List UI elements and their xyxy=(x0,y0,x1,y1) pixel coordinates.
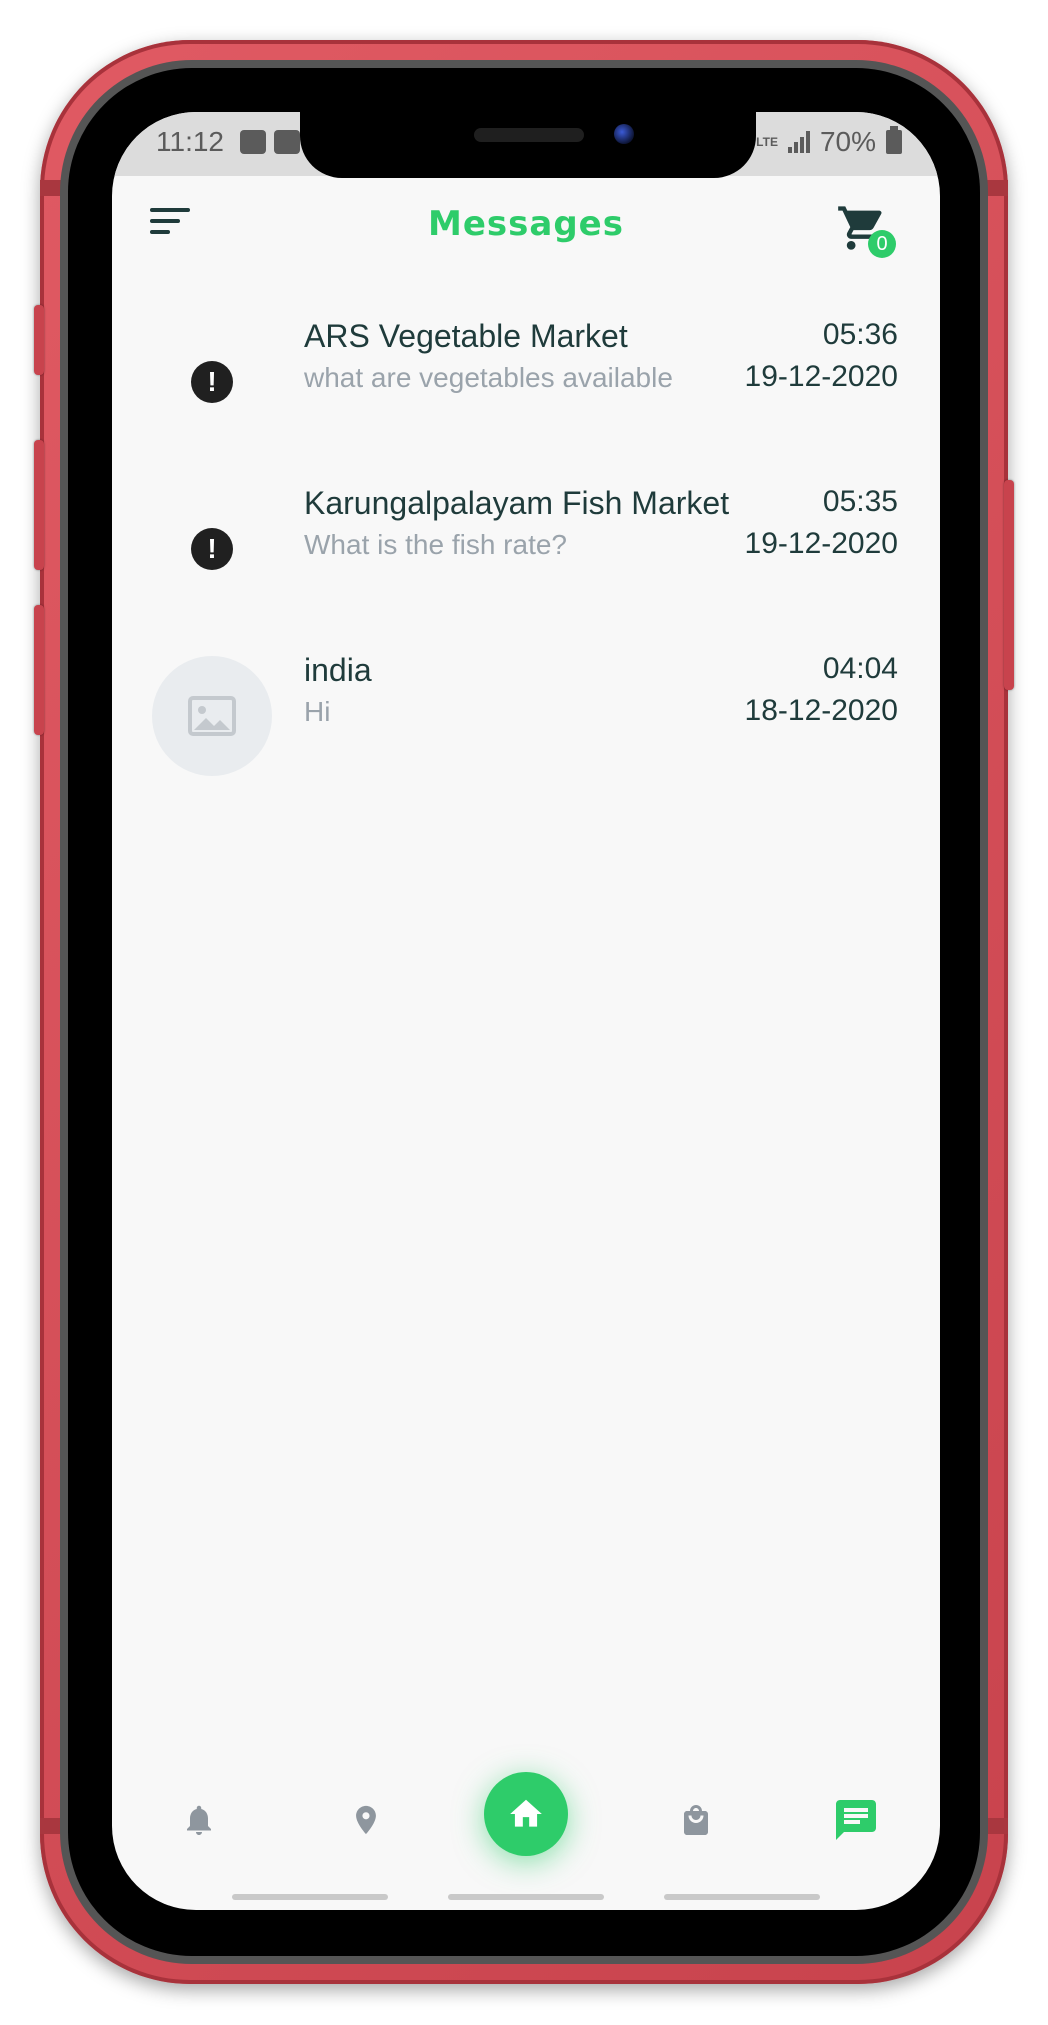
list-item[interactable]: ! ARS Vegetable Market what are vegetabl… xyxy=(112,312,940,442)
front-camera xyxy=(614,124,634,144)
home-button[interactable] xyxy=(484,1772,568,1856)
volume-up-button xyxy=(34,440,44,570)
page-title: Messages xyxy=(428,204,624,244)
message-sender: Karungalpalayam Fish Market xyxy=(304,485,730,521)
message-preview: What is the fish rate? xyxy=(304,529,568,560)
alert-icon: ! xyxy=(191,528,233,570)
image-placeholder-icon xyxy=(188,696,236,736)
nav-location[interactable] xyxy=(342,1796,390,1844)
chat-icon xyxy=(836,1800,876,1840)
gallery-notification-icon xyxy=(274,130,300,154)
alert-icon: ! xyxy=(191,361,233,403)
message-time: 05:36 xyxy=(822,318,898,351)
shopping-bag-icon xyxy=(684,1805,708,1835)
message-preview: Hi xyxy=(304,696,331,727)
message-date: 19-12-2020 xyxy=(744,527,898,560)
app-screen: 11:12 LTE 70% Messages 0 ! ARS Vegetable… xyxy=(112,112,940,1910)
message-notification-icon xyxy=(240,130,266,154)
nav-messages[interactable] xyxy=(832,1796,880,1844)
message-sender: india xyxy=(304,652,372,688)
avatar xyxy=(152,656,272,776)
nav-orders[interactable] xyxy=(672,1796,720,1844)
speaker xyxy=(474,128,584,142)
status-time: 11:12 xyxy=(156,126,224,157)
home-icon xyxy=(510,1799,542,1827)
home-indicator xyxy=(232,1894,388,1900)
battery-icon xyxy=(886,126,902,154)
message-time: 05:35 xyxy=(822,485,898,518)
power-button xyxy=(1004,480,1014,690)
notch xyxy=(300,112,756,178)
cart-count-badge: 0 xyxy=(868,230,896,258)
message-date: 18-12-2020 xyxy=(744,694,898,727)
message-preview: what are vegetables available xyxy=(304,362,673,393)
avatar: ! xyxy=(152,322,272,442)
notification-icons xyxy=(240,130,300,154)
lte-icon: LTE xyxy=(756,135,778,149)
silent-switch xyxy=(34,305,44,375)
battery-percentage: 70% xyxy=(819,126,876,157)
volume-down-button xyxy=(34,605,44,735)
bell-icon xyxy=(187,1805,211,1835)
message-sender: ARS Vegetable Market xyxy=(304,318,628,354)
location-pin-icon xyxy=(356,1805,376,1835)
message-date: 19-12-2020 xyxy=(744,360,898,393)
home-indicator xyxy=(664,1894,820,1900)
bottom-nav xyxy=(112,1762,940,1882)
cart-button[interactable]: 0 xyxy=(836,202,896,258)
avatar: ! xyxy=(152,489,272,609)
app-header: Messages 0 xyxy=(112,176,940,286)
status-right: LTE 70% xyxy=(756,126,902,158)
list-item[interactable]: india Hi 04:04 18-12-2020 xyxy=(112,646,940,776)
home-indicator xyxy=(448,1894,604,1900)
message-time: 04:04 xyxy=(822,652,898,685)
signal-icon xyxy=(787,131,810,153)
list-item[interactable]: ! Karungalpalayam Fish Market What is th… xyxy=(112,479,940,609)
nav-notifications[interactable] xyxy=(175,1796,223,1844)
